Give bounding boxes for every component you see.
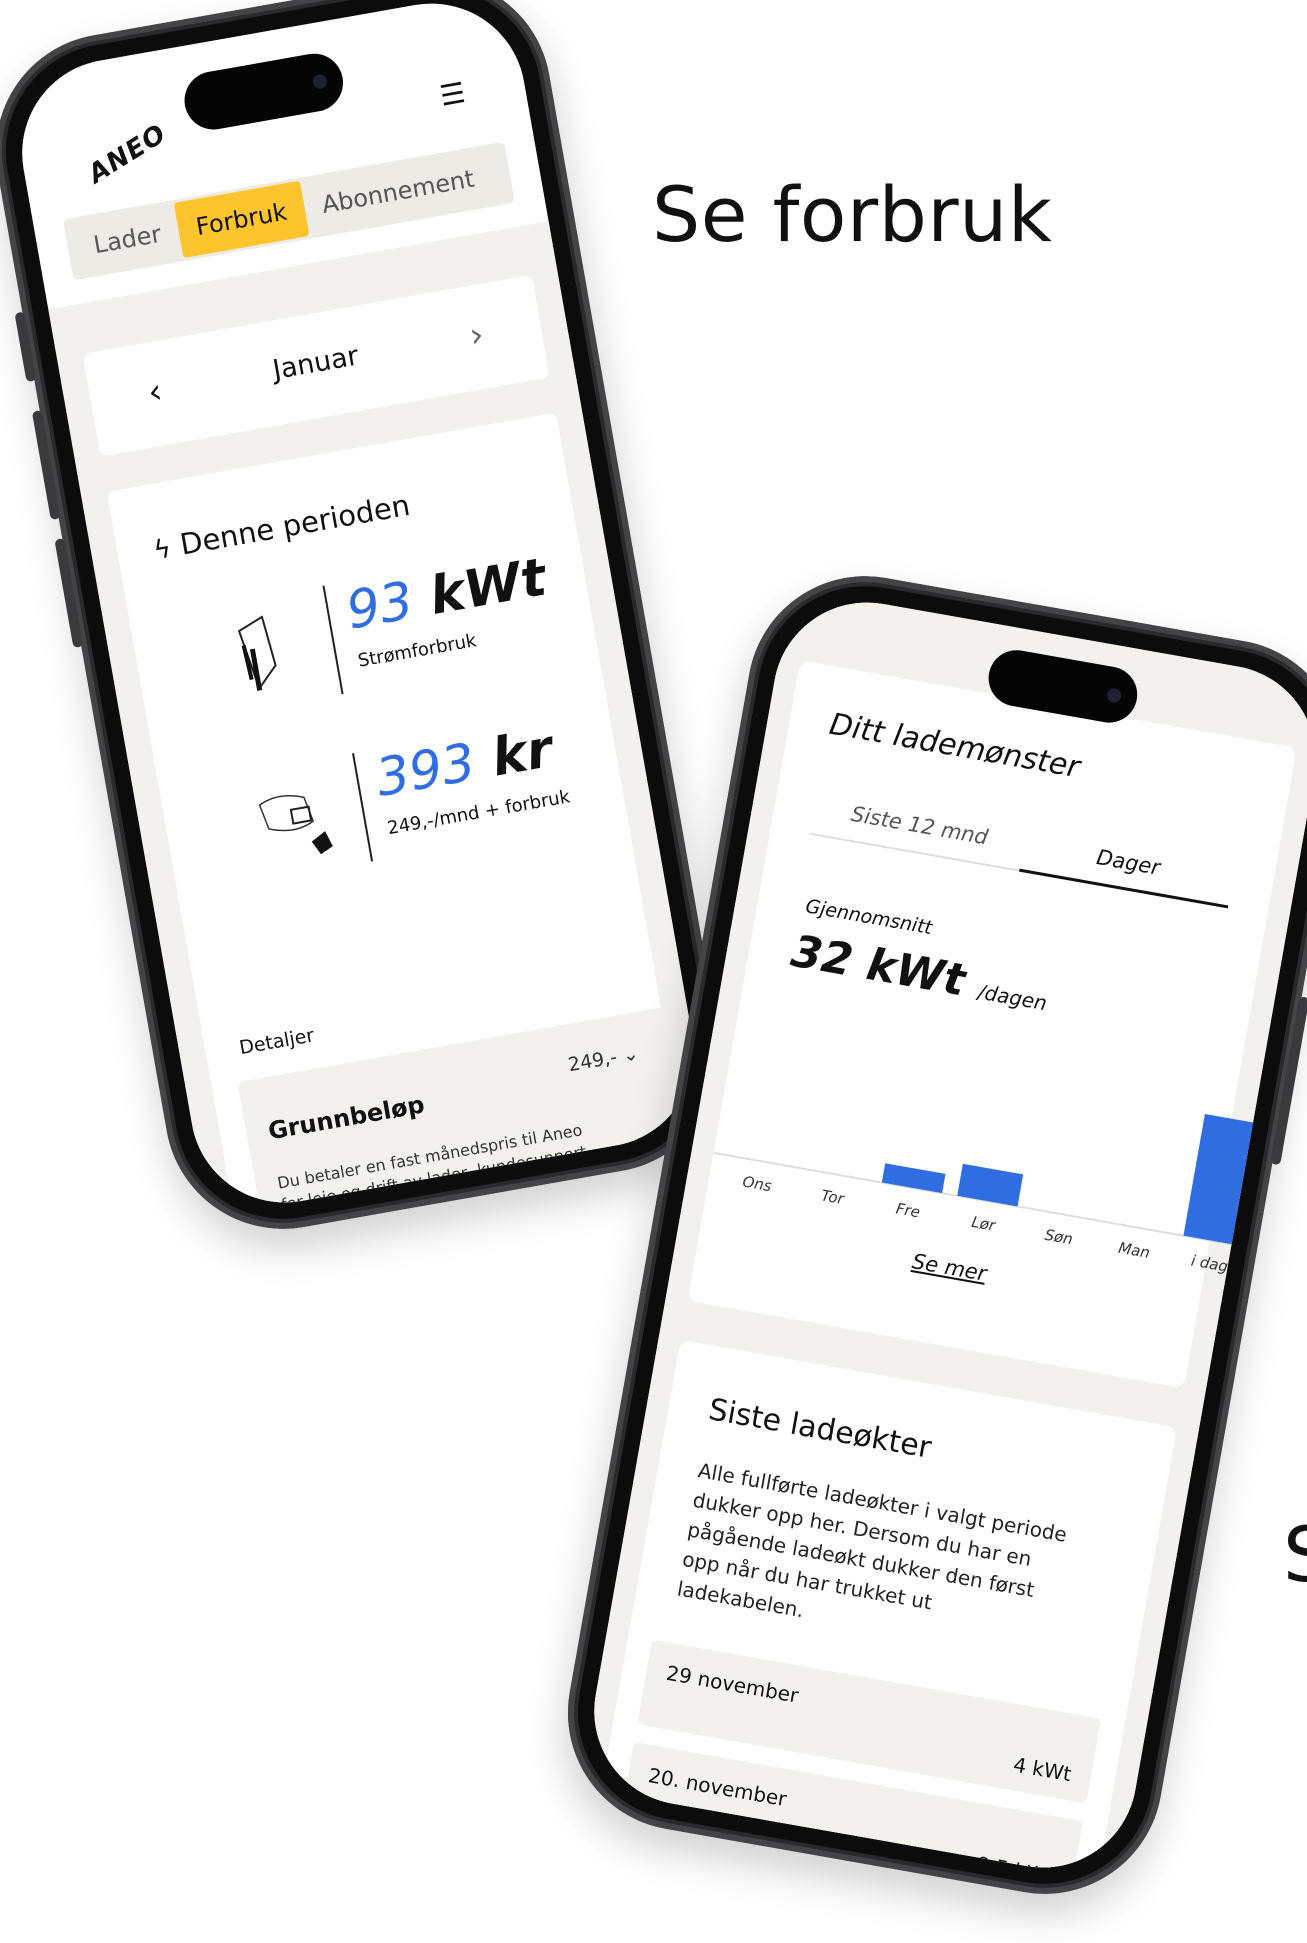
wallet-illustration-icon (258, 795, 333, 855)
recent-sessions-title: Siste ladeøkter (705, 1392, 934, 1466)
average-value: 32 kWt /dagen (787, 925, 1049, 1016)
recent-sessions-description: Alle fullførte ladeøkter i valgt periode… (675, 1458, 1069, 1623)
segment-last-12-months[interactable]: Siste 12 mnd (810, 795, 1027, 872)
screen: Ditt lademønster Siste 12 mnd Dager Gjen… (579, 587, 1307, 1883)
daily-usage-chart: Ons Tor Fre Lør Søn Man i dag (713, 1114, 1266, 1276)
charger-illustration-icon (237, 615, 277, 691)
cropped-heading-letter: S (1283, 1510, 1307, 1599)
base-fee-amount: 249,- ⌄ (566, 1042, 641, 1077)
segment-days[interactable]: Dager (1019, 832, 1235, 909)
cost-stat: 393 kr 249,-/mnd + forbruk (244, 710, 618, 881)
chart-tick-label: Man (1117, 1239, 1151, 1262)
recent-sessions-card: Siste ladeøkter Alle fullførte ladeøkter… (590, 1339, 1177, 1883)
chart-bar (957, 1163, 1024, 1207)
base-fee-title: Grunnbeløp (265, 1090, 427, 1146)
chevron-down-icon[interactable]: ⌄ (621, 1042, 641, 1066)
session-energy: 4 kWt (1011, 1752, 1074, 1787)
session-date: 29 november (664, 1660, 801, 1708)
chart-tick-label: Fre (895, 1200, 922, 1222)
tab-lader[interactable]: Lader (71, 203, 183, 276)
chart-tick-label: Søn (1043, 1226, 1074, 1249)
details-label: Detaljer (237, 1024, 316, 1060)
hamburger-menu-icon[interactable]: ☰ (437, 76, 467, 113)
period-segment-control: Siste 12 mnd Dager (810, 795, 1235, 909)
consumption-body: ‹ Januar › ϟ Denne perioden 93 kWt Strømf… (48, 221, 709, 1218)
charging-pattern-card: Ditt lademønster Siste 12 mnd Dager Gjen… (687, 660, 1297, 1389)
screen: ANEO ☰ Lader Forbruk Abonnement ‹ Januar… (7, 0, 709, 1218)
charging-body: Ditt lademønster Siste 12 mnd Dager Gjen… (579, 587, 1307, 1883)
aneo-logo: ANEO (83, 118, 172, 190)
chart-tick-label: Tor (820, 1186, 846, 1208)
side-button (14, 311, 37, 383)
energy-stat: 93 kWt Strømforbruk (214, 542, 588, 713)
phone-consumption: ANEO ☰ Lader Forbruk Abonnement ‹ Januar… (0, 0, 739, 1248)
tab-forbruk[interactable]: Forbruk (173, 180, 310, 259)
energy-value: 93 kWt (342, 547, 551, 642)
period-card: ϟ Denne perioden 93 kWt Strømforbruk 393… (106, 412, 706, 1218)
chart-tick-label: i dag (1190, 1252, 1230, 1276)
bolt-icon: ϟ (151, 533, 174, 567)
charging-pattern-title: Ditt lademønster (826, 706, 1083, 786)
period-title: ϟ Denne perioden (151, 487, 413, 567)
page-heading: Se forbruk (652, 170, 1053, 259)
chart-tick-label: Ons (741, 1172, 773, 1195)
chart-tick-label: Lør (970, 1213, 997, 1235)
